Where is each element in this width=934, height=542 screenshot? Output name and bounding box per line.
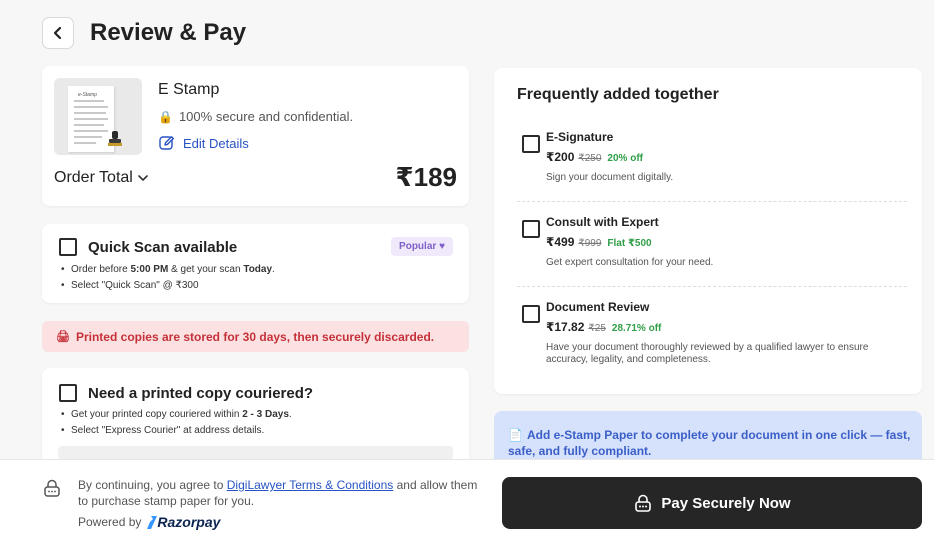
storage-notice-text: Printed copies are stored for 30 days, t… — [75, 329, 435, 344]
addon-discount: Flat ₹500 — [607, 238, 652, 249]
quick-scan-bullet-2: Select "Quick Scan" @ ₹300 — [59, 278, 275, 294]
order-total-toggle[interactable]: Order Total — [54, 169, 149, 187]
quick-scan-checkbox[interactable] — [59, 238, 77, 256]
addon-checkbox-document-review[interactable] — [522, 305, 540, 323]
razorpay-mark-icon — [147, 515, 158, 529]
terms-link[interactable]: DigiLawyer Terms & Conditions — [227, 478, 394, 492]
courier-title: Need a printed copy couriered? — [88, 385, 314, 402]
edit-icon — [159, 136, 174, 150]
edit-details-label: Edit Details — [183, 135, 249, 151]
addon-name: Document Review — [546, 300, 650, 314]
addon-price: ₹17.82 — [546, 320, 585, 334]
document-thumbnail-label: e-Stamp — [78, 92, 97, 98]
lock-icon — [44, 479, 60, 497]
addon-item-e-signature: E-Signature ₹200 ₹250 20% off Sign your … — [517, 130, 907, 190]
courier-bullet-2: Select "Express Courier" at address deta… — [59, 423, 292, 439]
lock-icon: 🔒 — [158, 109, 173, 124]
storage-notice: 🖨 Printed copies are stored for 30 days,… — [42, 321, 469, 352]
promo-text: Add e-Stamp Paper to complete your docum… — [508, 428, 911, 458]
estamp-promo-banner[interactable]: 📄 Add e-Stamp Paper to complete your docu… — [494, 411, 922, 459]
addon-original-price: ₹25 — [588, 323, 606, 334]
page-header: Review & Pay — [0, 0, 934, 66]
addon-checkbox-e-signature[interactable] — [522, 135, 540, 153]
addon-original-price: ₹250 — [578, 153, 602, 164]
quick-scan-bullet-1: Order before 5:00 PM & get your scan Tod… — [59, 262, 275, 278]
addon-description: Have your document thoroughly reviewed b… — [546, 342, 869, 365]
addon-original-price: ₹999 — [578, 238, 602, 249]
courier-card: Need a printed copy couriered? Get your … — [42, 368, 469, 468]
addon-description: Sign your document digitally. — [546, 172, 674, 183]
divider — [517, 201, 907, 202]
quick-scan-title: Quick Scan available — [88, 239, 238, 256]
divider — [517, 286, 907, 287]
order-total-price: ₹189 — [395, 162, 457, 192]
secure-note: 🔒 100% secure and confidential. — [158, 109, 353, 124]
printer-icon: 🖨 — [56, 331, 70, 343]
addon-price-row: ₹200 ₹250 20% off — [546, 150, 643, 164]
order-total-label: Order Total — [54, 169, 133, 186]
addon-item-document-review: Document Review ₹17.82 ₹25 28.71% off Ha… — [517, 300, 907, 370]
addon-price-row: ₹17.82 ₹25 28.71% off — [546, 320, 661, 334]
powered-by: Powered by Razorpay — [78, 514, 220, 530]
courier-bullets: Get your printed copy couriered within 2… — [59, 407, 292, 439]
addon-price: ₹499 — [546, 235, 575, 249]
addon-name: Consult with Expert — [546, 215, 659, 229]
heart-icon: ♥ — [439, 241, 445, 252]
addon-discount: 20% off — [607, 153, 643, 164]
razorpay-logo: Razorpay — [147, 514, 220, 530]
stamp-icon — [108, 131, 122, 146]
edit-details-link[interactable]: Edit Details — [158, 134, 249, 152]
addon-name: E-Signature — [546, 130, 614, 144]
popular-badge: Popular ♥ — [391, 237, 453, 256]
back-button[interactable] — [42, 17, 74, 49]
secure-text: 100% secure and confidential. — [178, 109, 354, 124]
chevron-left-icon — [53, 26, 62, 40]
addon-checkbox-consult-expert[interactable] — [522, 220, 540, 238]
document-icon: 📄 — [508, 428, 523, 442]
pay-securely-button[interactable]: Pay Securely Now — [502, 477, 922, 529]
addon-price-row: ₹499 ₹999 Flat ₹500 — [546, 235, 652, 249]
page-title: Review & Pay — [90, 19, 247, 46]
addon-price: ₹200 — [546, 150, 575, 164]
document-thumbnail: e-Stamp — [54, 78, 142, 155]
frequently-added-card: Frequently added together E-Signature ₹2… — [494, 68, 922, 394]
popular-badge-label: Popular — [399, 241, 437, 252]
courier-checkbox[interactable] — [59, 384, 77, 402]
powered-by-label: Powered by — [78, 515, 142, 529]
product-name: E Stamp — [158, 81, 220, 98]
courier-options-placeholder — [58, 446, 453, 460]
lock-icon — [635, 494, 652, 512]
frequently-added-title: Frequently added together — [517, 86, 719, 103]
quick-scan-bullets: Order before 5:00 PM & get your scan Tod… — [59, 262, 275, 294]
addon-item-consult-expert: Consult with Expert ₹499 ₹999 Flat ₹500 … — [517, 215, 907, 275]
order-summary-card: e-Stamp E Stamp 🔒 100% secure and confid… — [42, 66, 469, 206]
courier-bullet-1: Get your printed copy couriered within 2… — [59, 407, 292, 423]
pay-button-label: Pay Securely Now — [661, 494, 791, 512]
chevron-down-icon — [138, 175, 148, 181]
addon-discount: 28.71% off — [611, 323, 662, 334]
quick-scan-card: Quick Scan available Popular ♥ Order bef… — [42, 224, 469, 303]
payment-footer: By continuing, you agree to DigiLawyer T… — [0, 459, 934, 542]
addon-description: Get expert consultation for your need. — [546, 257, 714, 268]
terms-consent-text: By continuing, you agree to DigiLawyer T… — [78, 478, 478, 508]
